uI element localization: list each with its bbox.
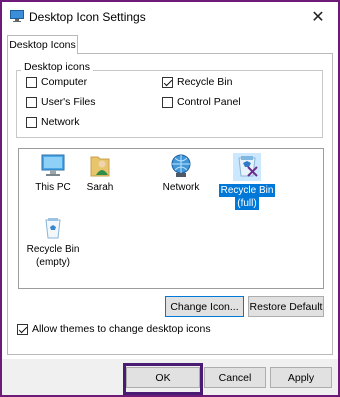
selection-highlight [233,153,261,181]
icon-item-recycle-bin-empty[interactable]: Recycle Bin (empty) [24,215,82,269]
checkbox-box[interactable] [26,76,37,88]
window-title: Desktop Icon Settings [29,10,146,24]
icon-label: This PC [35,182,71,193]
checkbox-label: Control Panel [177,96,241,108]
icon-item-user-folder[interactable]: Sarah [71,153,129,194]
recycle-bin-full-icon [238,156,258,177]
title-bar: Desktop Icon Settings ✕ [2,2,338,32]
checkbox-label: Computer [41,76,88,88]
checkbox-allow-themes[interactable]: Allow themes to change desktop icons [17,323,211,335]
icon-label-line1: Recycle Bin [218,184,276,197]
close-icon: ✕ [311,9,325,26]
checkbox-computer[interactable]: Computer [26,76,87,88]
checkbox-label: Network [41,116,80,128]
icon-label-line2: (full) [235,197,259,210]
icon-label-line2: (empty) [36,257,70,268]
checkbox-control-panel[interactable]: Control Panel [162,96,241,108]
checkbox-box[interactable] [162,96,173,108]
group-label: Desktop icons [21,61,93,73]
checkbox-label: Allow themes to change desktop icons [32,323,211,335]
checkbox-recycle-bin[interactable]: Recycle Bin [162,76,232,88]
restore-default-button[interactable]: Restore Default [248,296,324,317]
close-button[interactable]: ✕ [298,2,338,32]
tab-desktop-icons[interactable]: Desktop Icons [7,35,78,54]
icon-item-recycle-bin-full[interactable]: Recycle Bin (full) [218,153,276,210]
network-globe-icon [171,154,191,177]
desktop-settings-icon [10,10,24,22]
recycle-bin-empty-icon [45,218,61,239]
checkbox-users-files[interactable]: User's Files [26,96,96,108]
checkbox-box-checked[interactable] [162,76,173,88]
user-folder-icon [90,156,110,177]
checkbox-box-checked[interactable] [17,323,28,335]
change-icon-button[interactable]: Change Icon... [165,296,244,317]
icon-label: Network [162,182,200,193]
checkbox-box[interactable] [26,116,37,128]
icon-label-line1: Recycle Bin [26,244,80,255]
icon-list-view[interactable]: This PC Sarah Network Recycle Bin (full)… [18,148,324,289]
checkbox-label: Recycle Bin [177,76,233,88]
checkbox-label: User's Files [41,96,96,108]
checkbox-box[interactable] [26,96,37,108]
desktop-icon-settings-dialog: Desktop Icon Settings ✕ Desktop Icons De… [2,2,338,395]
icon-label: Sarah [86,182,114,193]
cancel-button[interactable]: Cancel [204,367,266,388]
apply-button[interactable]: Apply [270,367,332,388]
checkbox-network[interactable]: Network [26,116,80,128]
ok-highlight-frame [123,363,203,395]
icon-item-network[interactable]: Network [152,153,210,194]
monitor-icon [41,154,65,176]
